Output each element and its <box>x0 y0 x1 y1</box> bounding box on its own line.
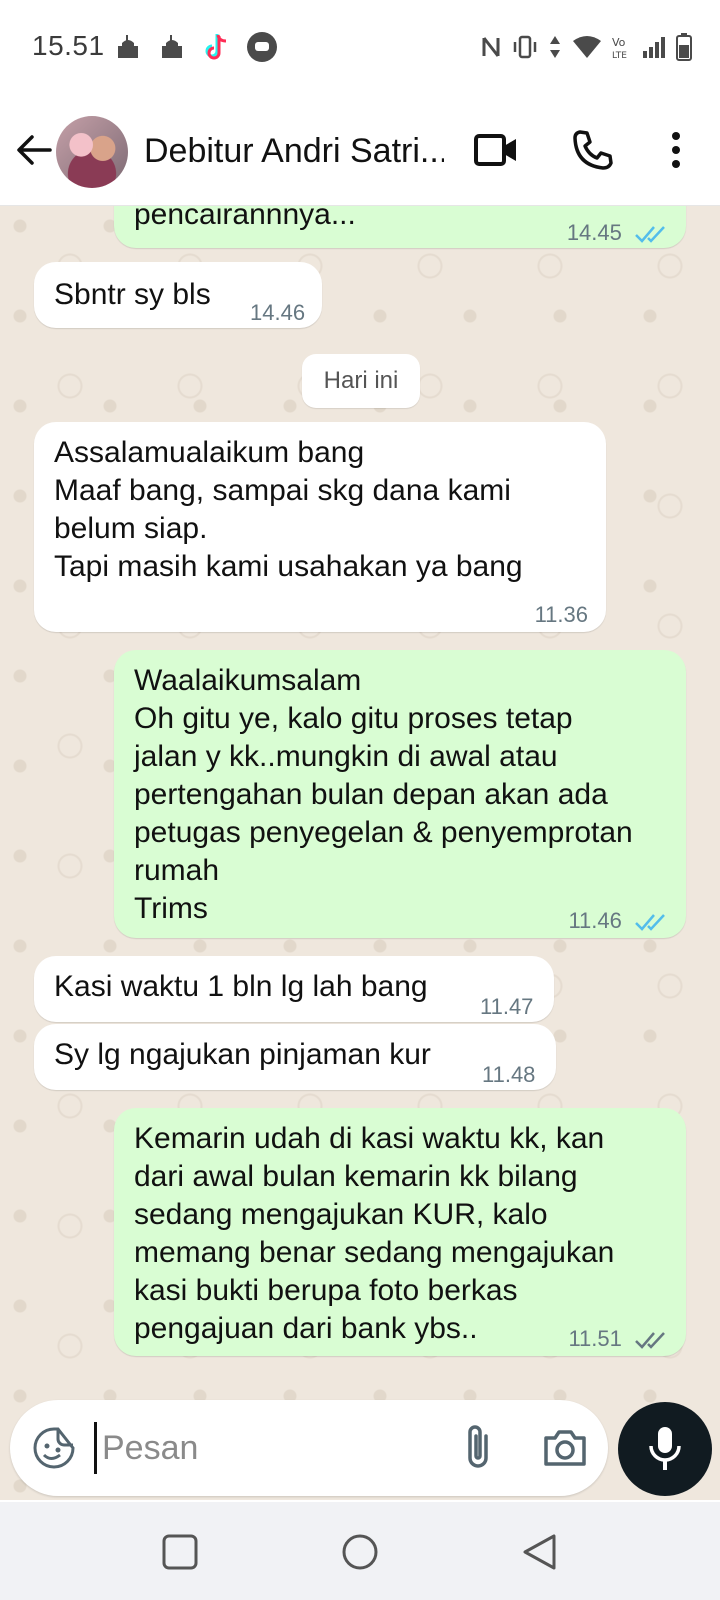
svg-text:Vo: Vo <box>612 36 626 49</box>
chat-area[interactable]: pencairannnya... 14.45 Sbntr sy bls 14.4… <box>0 206 720 1500</box>
recents-square-icon[interactable] <box>160 1532 200 1572</box>
mosque-icon <box>118 35 138 58</box>
text-cursor <box>94 1422 97 1474</box>
message-bubble-outgoing[interactable]: Kemarin udah di kasi waktu kk, kan dari … <box>114 1108 686 1356</box>
contact-name[interactable]: Debitur Andri Satri... <box>144 132 444 171</box>
signal-icon <box>643 37 665 58</box>
volte-icon: Vo LTE <box>612 36 627 60</box>
video-call-icon[interactable] <box>474 130 518 170</box>
data-arrows-icon <box>550 36 560 58</box>
status-bar: 15.51 Vo LTE <box>0 0 720 96</box>
message-time: 11.36 <box>534 602 588 627</box>
message-text: Kemarin udah di kasi waktu kk, kan dari … <box>134 1122 615 1345</box>
camera-icon[interactable] <box>542 1424 588 1470</box>
message-text: Kasi waktu 1 bln lg lah bang <box>54 970 428 1003</box>
message-time: 14.46 <box>250 300 306 325</box>
status-time: 15.51 <box>32 30 105 61</box>
message-notification-icon <box>247 32 277 62</box>
message-composer <box>10 1400 608 1496</box>
more-options-icon[interactable] <box>664 130 688 170</box>
message-bubble-outgoing[interactable]: Waalaikumsalam Oh gitu ye, kalo gitu pro… <box>114 650 686 938</box>
wifi-icon <box>573 36 601 58</box>
voice-message-button[interactable] <box>618 1402 712 1496</box>
back-arrow-icon[interactable] <box>14 130 54 170</box>
message-text: Waalaikumsalam Oh gitu ye, kalo gitu pro… <box>134 664 633 925</box>
avatar[interactable] <box>56 116 128 188</box>
message-text: pencairannnya... <box>134 206 356 231</box>
tiktok-icon <box>205 34 227 60</box>
svg-text:LTE: LTE <box>612 51 627 60</box>
microphone-icon <box>649 1427 681 1470</box>
sticker-emoji-icon[interactable] <box>32 1426 76 1470</box>
message-bubble-incoming[interactable]: Sbntr sy bls 14.46 <box>34 262 322 328</box>
message-time: 11.48 <box>482 1062 536 1087</box>
read-ticks-icon <box>635 226 665 244</box>
read-ticks-icon <box>635 914 665 932</box>
message-time: 14.45 <box>567 214 668 252</box>
message-time: 11.46 <box>568 902 668 940</box>
phone-call-icon[interactable] <box>570 128 614 172</box>
message-time: 11.51 <box>568 1320 668 1358</box>
message-bubble-incoming[interactable]: Sy lg ngajukan pinjaman kur 11.48 <box>34 1024 556 1090</box>
home-circle-icon[interactable] <box>340 1532 380 1572</box>
attach-paperclip-icon[interactable] <box>456 1422 500 1474</box>
message-text: Assalamualaikum bang Maaf bang, sampai s… <box>54 436 523 583</box>
message-text: Sbntr sy bls <box>54 278 211 311</box>
message-input[interactable] <box>102 1418 432 1478</box>
battery-icon <box>676 33 692 61</box>
message-bubble-incoming[interactable]: Kasi waktu 1 bln lg lah bang 11.47 <box>34 956 554 1022</box>
message-bubble-incoming[interactable]: Assalamualaikum bang Maaf bang, sampai s… <box>34 422 606 632</box>
back-triangle-icon[interactable] <box>520 1532 560 1572</box>
nfc-icon <box>482 37 500 57</box>
message-bubble-outgoing[interactable]: pencairannnya... 14.45 <box>114 206 686 248</box>
chat-header: Debitur Andri Satri... <box>0 96 720 206</box>
status-icons: Vo LTE <box>480 32 692 62</box>
system-navigation-bar <box>0 1502 720 1600</box>
vibrate-icon <box>513 35 537 59</box>
delivered-ticks-icon <box>635 1332 665 1350</box>
message-time: 11.47 <box>480 994 534 1019</box>
mosque-icon <box>162 35 182 58</box>
date-chip: Hari ini <box>302 354 420 408</box>
message-text: Sy lg ngajukan pinjaman kur <box>54 1038 431 1071</box>
